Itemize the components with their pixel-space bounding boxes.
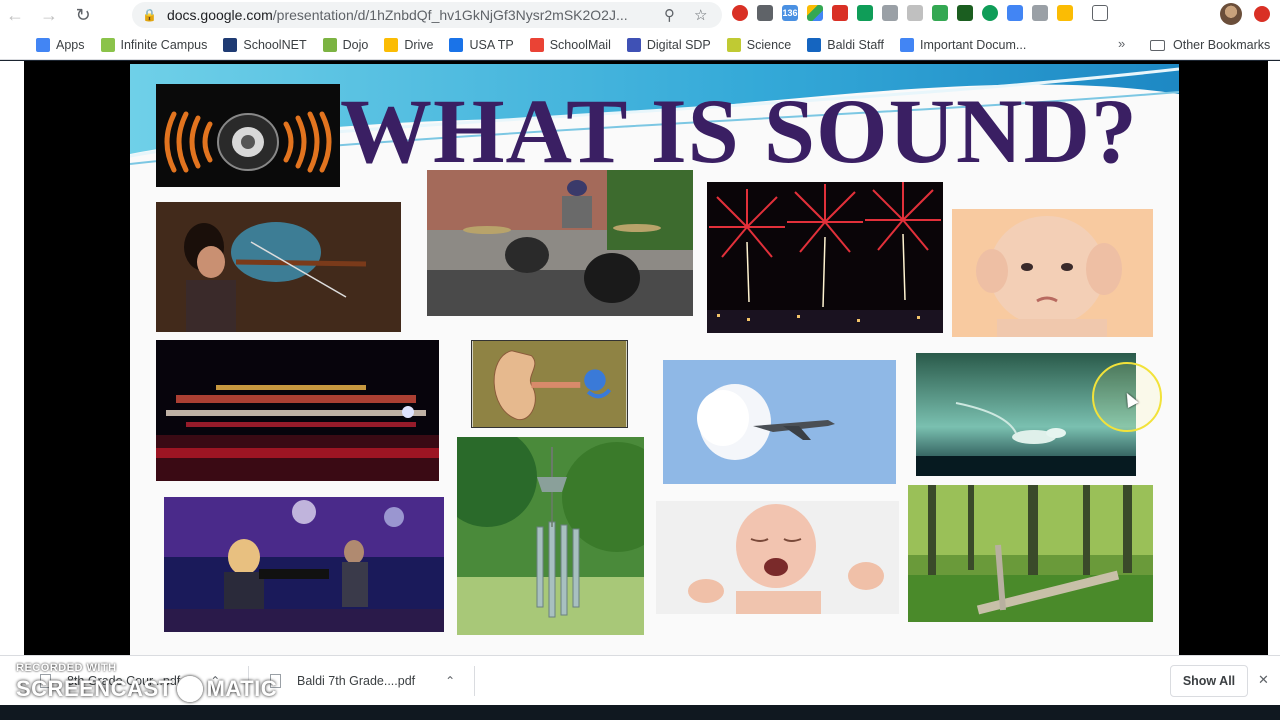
extension-icon[interactable]	[732, 5, 748, 21]
bookmark-item[interactable]: Science	[726, 37, 792, 52]
extensions-bar: 136	[732, 5, 1108, 21]
close-icon[interactable]: ✕	[1258, 672, 1269, 688]
bookmark-item[interactable]: Important Docum...	[900, 37, 1027, 52]
bookmark-label: Important Docum...	[920, 37, 1027, 52]
editor-right-gutter	[1268, 61, 1280, 655]
zoom-icon[interactable]: ⚲	[664, 6, 675, 24]
fallen-tree-forest-image	[908, 485, 1153, 622]
bookmark-item[interactable]: Drive	[384, 37, 434, 52]
bookmark-item[interactable]: Infinite Campus	[100, 37, 208, 52]
download-separator	[474, 666, 475, 696]
bookmark-label: USA TP	[469, 37, 514, 52]
watermark-left-text: SCREENCAST	[16, 676, 173, 701]
bookmark-label: Science	[746, 37, 792, 52]
other-bookmarks-label: Other Bookmarks	[1173, 38, 1271, 52]
bookmark-star-icon[interactable]: ☆	[694, 6, 707, 24]
lock-icon: 🔒	[142, 8, 157, 22]
bookmark-label: Baldi Staff	[827, 37, 885, 52]
back-arrow-icon[interactable]: ←	[0, 0, 30, 30]
reload-icon[interactable]: ↻	[68, 0, 98, 30]
ear-anatomy-image	[471, 340, 628, 428]
slide-title[interactable]: WHAT IS SOUND?	[340, 78, 1138, 184]
screencast-o-matic-watermark: RECORDED WITH SCREENCAST MATIC	[16, 662, 277, 708]
violinist-image	[156, 202, 401, 332]
wind-chimes-image	[457, 437, 644, 635]
bookmark-item[interactable]: Baldi Staff	[807, 37, 885, 52]
extension-icon[interactable]	[932, 5, 948, 21]
cast-icon[interactable]	[1092, 5, 1108, 21]
bookmark-label: Digital SDP	[646, 37, 711, 52]
sonic-boom-jet-image	[663, 360, 896, 484]
extension-icon[interactable]	[757, 5, 773, 21]
drummer-image	[427, 170, 693, 316]
extension-icon[interactable]	[882, 5, 898, 21]
bookmark-item[interactable]: USA TP	[449, 37, 514, 52]
folder-icon	[1150, 39, 1165, 51]
extension-badge-icon[interactable]: 136	[782, 5, 798, 21]
apps-grid-icon	[36, 37, 50, 52]
bookmark-favicon-icon	[529, 37, 544, 52]
forward-arrow-icon[interactable]: →	[34, 0, 64, 30]
address-bar[interactable]: 🔒 docs.google.com/presentation/d/1hZnbdQ…	[132, 2, 722, 28]
browser-menu-icon[interactable]	[1254, 6, 1270, 22]
bookmark-favicon-icon	[626, 37, 641, 52]
bookmark-favicon-icon	[384, 37, 399, 52]
bookmark-label: SchoolMail	[549, 37, 611, 52]
bookmark-favicon-icon	[322, 37, 337, 52]
fireworks-image	[707, 182, 943, 333]
baby-covering-ears-image	[952, 209, 1153, 337]
bookmark-item[interactable]: Dojo	[322, 37, 369, 52]
bookmark-favicon-icon	[449, 37, 464, 52]
download-item[interactable]: Baldi 7th Grade....pdf ⌃	[270, 656, 455, 706]
speaker-image	[156, 84, 340, 187]
chevron-up-icon[interactable]: ⌃	[445, 674, 455, 688]
speeding-truck-image	[156, 340, 439, 481]
extension-icon[interactable]	[907, 5, 923, 21]
url-text: docs.google.com/presentation/d/1hZnbdQf_…	[166, 7, 628, 23]
extension-icon[interactable]	[832, 5, 848, 21]
bookmarks-bar: Apps Infinite Campus SchoolNET Dojo Drive USA…	[0, 30, 1280, 60]
bookmark-item[interactable]: SchoolNET	[223, 37, 307, 52]
watermark-right-text: MATIC	[206, 676, 278, 701]
extension-icon[interactable]	[1032, 5, 1048, 21]
bookmark-label: Drive	[404, 37, 434, 52]
extension-icon[interactable]	[957, 5, 973, 21]
editor-left-gutter	[0, 61, 24, 655]
bookmark-item[interactable]: Apps	[36, 37, 85, 52]
bookmark-favicon-icon	[100, 37, 115, 52]
watermark-recorded-with: RECORDED WITH	[16, 662, 117, 674]
bookmarks-overflow-icon[interactable]: »	[1118, 36, 1125, 51]
drive-extension-icon[interactable]	[807, 5, 823, 21]
translate-icon[interactable]	[1007, 5, 1023, 21]
thumbs-up-icon[interactable]	[1057, 5, 1073, 21]
watermark-o-logo-icon	[176, 676, 203, 702]
extension-badge: 136	[782, 8, 798, 18]
profile-avatar[interactable]	[1220, 3, 1242, 25]
bookmark-item[interactable]: SchoolMail	[529, 37, 611, 52]
bookmark-favicon-icon	[726, 37, 741, 52]
extension-icon[interactable]	[857, 5, 873, 21]
show-all-downloads-button[interactable]: Show All	[1170, 665, 1248, 697]
crying-baby-image	[656, 501, 899, 614]
other-bookmarks-folder[interactable]: Other Bookmarks	[1150, 30, 1270, 60]
bookmark-label: Apps	[56, 37, 85, 52]
bookmark-label: Infinite Campus	[120, 37, 208, 52]
bookmark-favicon-icon	[223, 37, 238, 52]
bookmark-favicon-icon	[807, 37, 822, 52]
extension-icon[interactable]	[982, 5, 998, 21]
slide[interactable]: WHAT IS SOUND?	[130, 64, 1179, 655]
screen: ← → ↻ 🔒 docs.google.com/presentation/d/1…	[0, 0, 1280, 720]
bookmark-label: SchoolNET	[243, 37, 307, 52]
bookmark-label: Dojo	[342, 37, 369, 52]
bookmark-favicon-icon	[900, 37, 915, 52]
download-filename: Baldi 7th Grade....pdf	[297, 674, 416, 688]
band-concert-image	[164, 497, 444, 632]
bookmark-item[interactable]: Digital SDP	[626, 37, 711, 52]
watermark-logo: SCREENCAST MATIC	[16, 676, 277, 702]
